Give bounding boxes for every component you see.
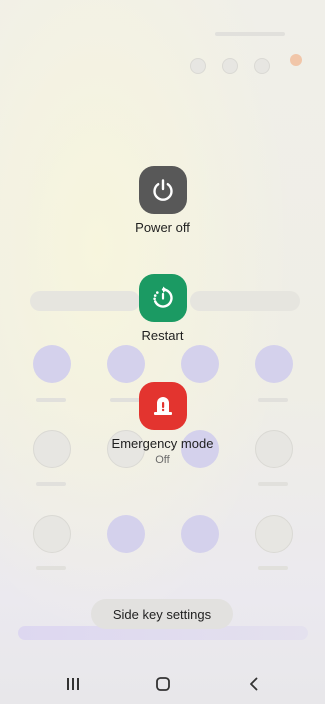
side-key-settings-label: Side key settings (112, 606, 212, 622)
power-icon (150, 177, 176, 203)
emergency-mode-status: Off (155, 454, 170, 466)
restart-button[interactable] (138, 274, 187, 322)
blurred-shape (107, 345, 145, 383)
blurred-shape (36, 566, 66, 570)
restart-icon (149, 284, 177, 312)
power-off-label: Power off (135, 220, 190, 235)
blurred-shape (33, 345, 71, 383)
blurred-shape (33, 515, 71, 553)
home-icon[interactable] (155, 676, 171, 697)
power-off-option[interactable]: Power off (0, 166, 325, 236)
blurred-shape (258, 566, 288, 570)
blurred-shape (254, 58, 270, 74)
emergency-mode-option[interactable]: Emergency mode Off (0, 382, 325, 467)
side-key-settings-button[interactable]: Side key settings (91, 599, 233, 629)
emergency-mode-label: Emergency mode (111, 436, 214, 451)
blurred-shape (107, 515, 145, 553)
blurred-shape (181, 345, 219, 383)
recents-icon[interactable] (64, 676, 82, 697)
blurred-shape (290, 54, 302, 66)
restart-label: Restart (141, 328, 184, 343)
restart-option[interactable]: Restart (0, 274, 325, 344)
blurred-shape (255, 515, 293, 553)
blurred-shape (181, 515, 219, 553)
navigation-bar (0, 664, 325, 704)
emergency-light-icon (149, 392, 177, 420)
power-off-button[interactable] (138, 166, 187, 214)
blurred-shape (222, 58, 238, 74)
blurred-shape (36, 482, 66, 486)
blurred-shape (190, 58, 206, 74)
back-icon[interactable] (247, 676, 261, 697)
blurred-shape (215, 32, 285, 36)
blurred-shape (258, 482, 288, 486)
emergency-mode-button[interactable] (138, 382, 187, 430)
blurred-shape (255, 345, 293, 383)
